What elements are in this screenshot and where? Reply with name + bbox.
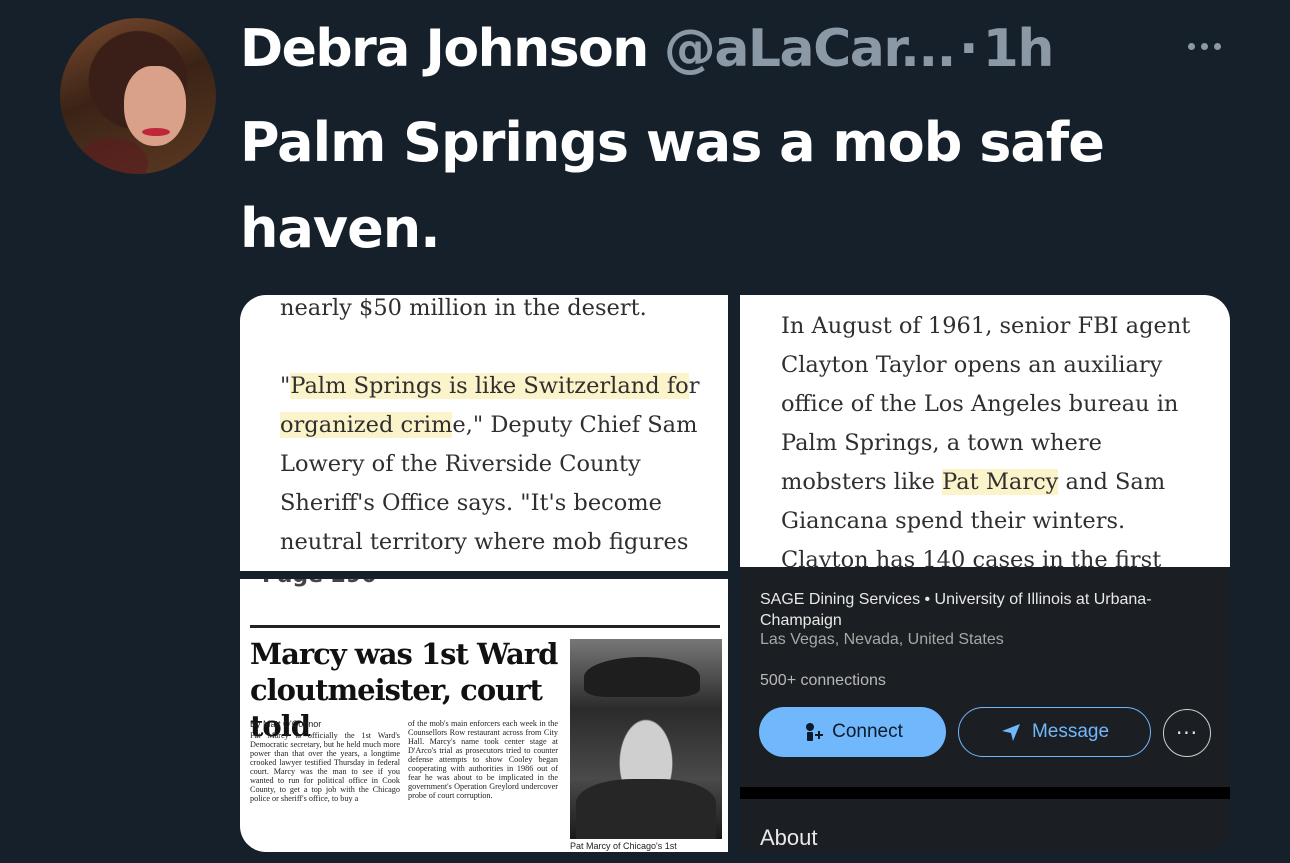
article-line: In August of 1961, senior FBI agent [781, 313, 1191, 339]
separator-dot: · [958, 19, 979, 79]
section-divider [740, 787, 1230, 799]
media-grid: nearly $50 million in the desert. "Palm … [240, 295, 1230, 852]
message-button[interactable]: Message [958, 707, 1151, 757]
clipping-byline: By Matt O'Connor [250, 719, 322, 729]
tweet-time[interactable]: 1h [983, 19, 1055, 79]
add-person-icon [806, 723, 824, 741]
article-line: office of the Los Angeles bureau in [781, 391, 1179, 417]
text-highlight: Pat Marcy [942, 469, 1059, 495]
more-options-icon[interactable] [1180, 26, 1228, 66]
media-image-article-1[interactable]: nearly $50 million in the desert. "Palm … [240, 295, 728, 571]
profile-connections: 500+ connections [760, 672, 886, 689]
article-line: Lowery of the Riverside County [280, 451, 641, 477]
author-avatar[interactable] [60, 18, 216, 174]
article-line: Sheriff's Office says. "It's become [280, 490, 662, 516]
wine-glass-shape [78, 138, 148, 174]
article-line: Clayton Taylor opens an auxiliary [781, 352, 1163, 378]
divider [250, 625, 720, 628]
tweet-text: Palm Springs was a mob safe haven. [240, 100, 1200, 272]
profile-headline: SAGE Dining Services • University of Ill… [760, 591, 1152, 629]
article-line: organized crime," Deputy Chief Sam [280, 412, 698, 438]
clipping-column-1: Pat Marcy is officially the 1st Ward's D… [250, 731, 400, 803]
hat-shape [584, 657, 700, 697]
clipping-photo [570, 639, 722, 839]
article-line: Palm Springs, a town where [781, 430, 1102, 456]
send-icon [1001, 724, 1020, 741]
article-1-text: nearly $50 million in the desert. "Palm … [280, 295, 720, 562]
clipping-column-2: of the mob's main enforcers each week in… [408, 719, 558, 800]
connect-button[interactable]: Connect [759, 707, 946, 757]
connect-label: Connect [832, 721, 903, 742]
author-name[interactable]: Debra Johnson [240, 19, 649, 79]
media-image-linkedin-profile[interactable]: SAGE Dining Services • University of Ill… [740, 567, 1230, 852]
article-line: neutral territory where mob figures [280, 529, 689, 555]
media-image-newspaper-clipping[interactable]: Page 290 Marcy was 1st Ward cloutmeister… [240, 579, 728, 852]
media-image-article-2[interactable]: In August of 1961, senior FBI agent Clay… [740, 295, 1230, 571]
article-line: Giancana spend their winters. [781, 508, 1126, 534]
tweet-text-line: Palm Springs was a mob safe [240, 111, 1105, 174]
profile-more-button[interactable]: ··· [1163, 709, 1211, 757]
message-label: Message [1031, 721, 1110, 742]
profile-location: Las Vegas, Nevada, United States [760, 631, 1004, 648]
author-handle[interactable]: @aLaCar... [664, 19, 957, 79]
about-heading: About [760, 825, 818, 850]
tweet-header: Debra Johnson @aLaCar... · 1h [240, 16, 1055, 82]
tweet-text-line: haven. [240, 197, 441, 260]
article-line: "Palm Springs is like Switzerland for [280, 373, 700, 399]
article-line: mobsters like Pat Marcy and Sam [781, 469, 1166, 495]
article-line: nearly $50 million in the desert. [280, 295, 647, 321]
text-highlight: Palm Springs is like Switzerland fo [290, 373, 689, 399]
page-label: Page 290 [262, 579, 377, 588]
text-highlight: organized crim [280, 412, 453, 438]
article-2-text: In August of 1961, senior FBI agent Clay… [781, 307, 1226, 571]
photo-caption: Pat Marcy of Chicago's 1st [570, 841, 677, 851]
coat-shape [576, 779, 716, 839]
avatar-lips [142, 128, 170, 136]
